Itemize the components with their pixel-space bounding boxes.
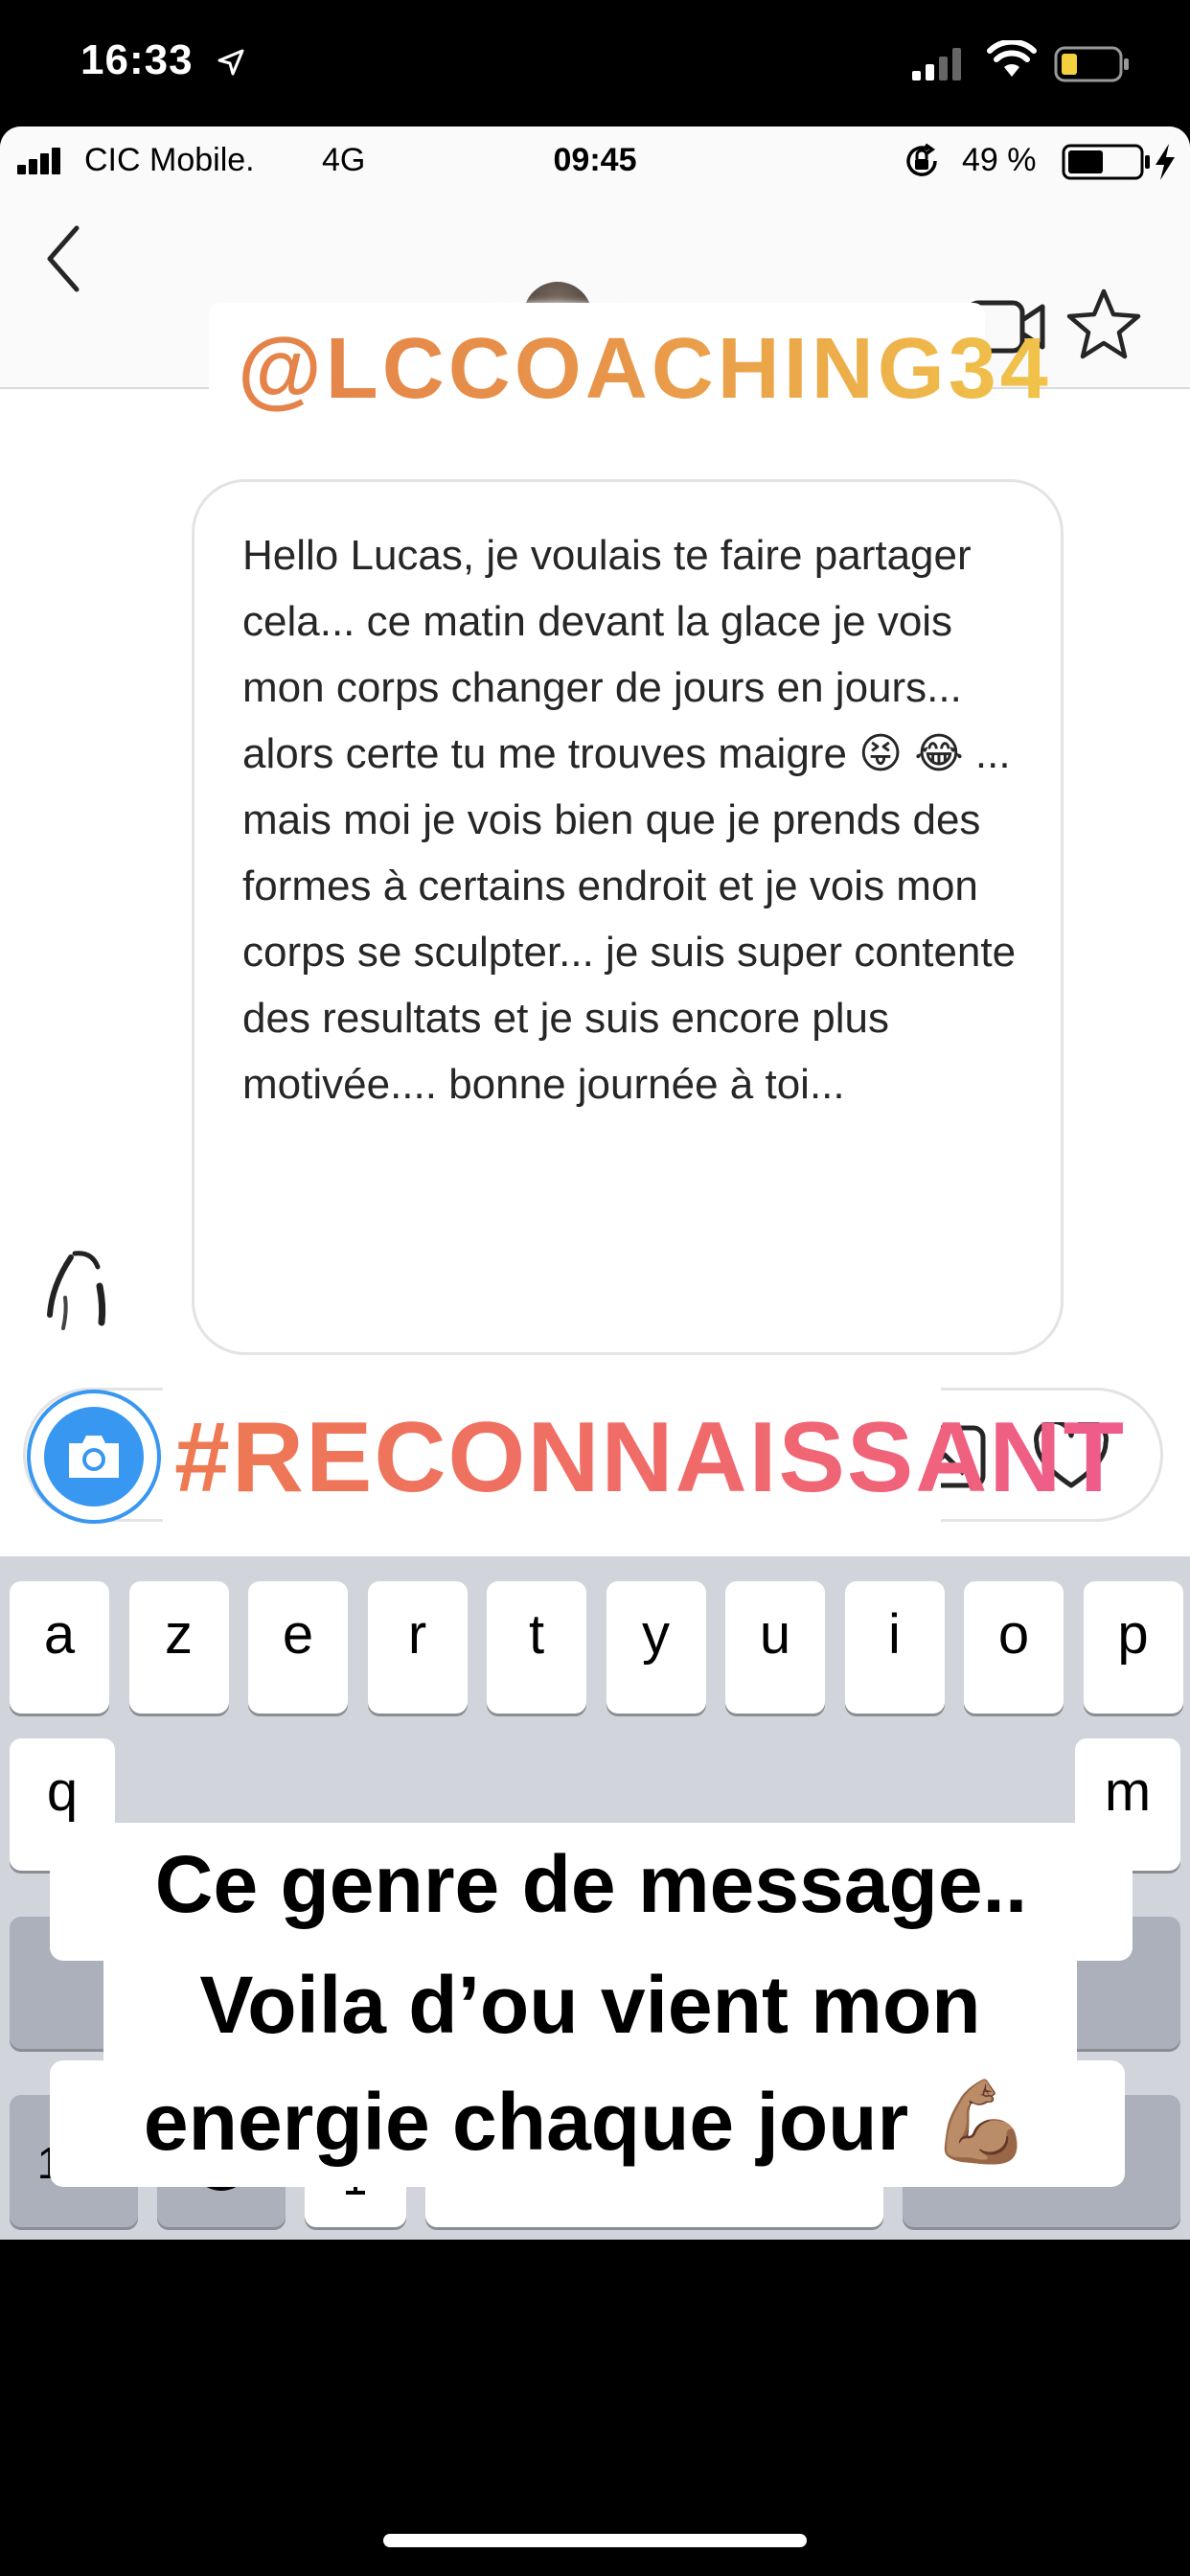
outer-clock: 16:33 — [80, 36, 194, 83]
key-label: y — [642, 1603, 670, 1666]
key-label: r — [407, 1603, 427, 1666]
key-o[interactable]: o — [964, 1581, 1064, 1714]
key-label: o — [997, 1603, 1030, 1666]
battery-icon — [1062, 144, 1150, 180]
message-bubble[interactable]: Hello Lucas, je voulais te faire partage… — [192, 479, 1064, 1355]
caption-line-2: Voila d’ou vient mon — [103, 1944, 1077, 2078]
caption-line-3: energie chaque jour 💪🏽 — [50, 2060, 1125, 2187]
camera-icon — [69, 1436, 119, 1478]
doodle-mark — [47, 1251, 106, 1330]
key-t[interactable]: t — [487, 1581, 586, 1714]
key-p[interactable]: p — [1083, 1581, 1183, 1714]
key-a[interactable]: a — [10, 1581, 109, 1714]
hashtag-sticker: #RECONNAISSANT — [163, 1388, 1124, 1522]
key-label: e — [282, 1603, 314, 1666]
key-y[interactable]: y — [606, 1581, 706, 1714]
battery-icon — [1054, 46, 1129, 82]
key-label: a — [43, 1603, 76, 1666]
inner-status-bar: CIC Mobile. 4G 09:45 49 % — [0, 126, 1190, 196]
caption-text: energie chaque jour 💪🏽 — [143, 2077, 1032, 2167]
username-sticker: @LCCOACHING34 — [209, 303, 1048, 443]
location-arrow-icon — [217, 49, 244, 76]
charging-icon — [1156, 144, 1175, 180]
key-r[interactable]: r — [367, 1581, 468, 1714]
battery-percentage: 49 % — [962, 142, 1037, 178]
key-label: p — [1117, 1603, 1149, 1666]
caption-text: Ce genre de message.. — [154, 1839, 1028, 1929]
key-label: t — [528, 1603, 545, 1666]
key-label: i — [888, 1603, 901, 1666]
message-text: Hello Lucas, je voulais te faire partage… — [242, 532, 1017, 1108]
home-indicator[interactable] — [383, 2534, 807, 2547]
caption-text: Voila d’ou vient mon — [199, 1960, 981, 2050]
caption-line-1: Ce genre de message.. — [50, 1823, 1133, 1961]
key-label: z — [165, 1603, 193, 1666]
key-e[interactable]: e — [248, 1581, 348, 1714]
outer-status-bar: 16:33 — [0, 0, 1190, 125]
key-label: u — [759, 1603, 791, 1666]
hashtag-text: #RECONNAISSANT — [174, 1402, 1126, 1513]
key-i[interactable]: i — [844, 1581, 945, 1714]
key-u[interactable]: u — [725, 1581, 825, 1714]
username-text: @LCCOACHING34 — [238, 321, 1052, 417]
camera-button-fill — [44, 1407, 144, 1506]
key-z[interactable]: z — [128, 1581, 229, 1714]
inner-screenshot: CIC Mobile. 4G 09:45 49 % @LCCOACHING34 … — [0, 126, 1190, 2240]
back-icon[interactable] — [44, 224, 82, 293]
camera-button[interactable] — [27, 1390, 161, 1524]
orientation-lock-icon — [906, 143, 937, 176]
key-label: m — [1104, 1760, 1152, 1823]
wifi-icon — [987, 40, 1037, 77]
star-icon[interactable] — [1065, 288, 1142, 360]
key-label: q — [46, 1760, 79, 1823]
signal-icon — [912, 48, 961, 80]
